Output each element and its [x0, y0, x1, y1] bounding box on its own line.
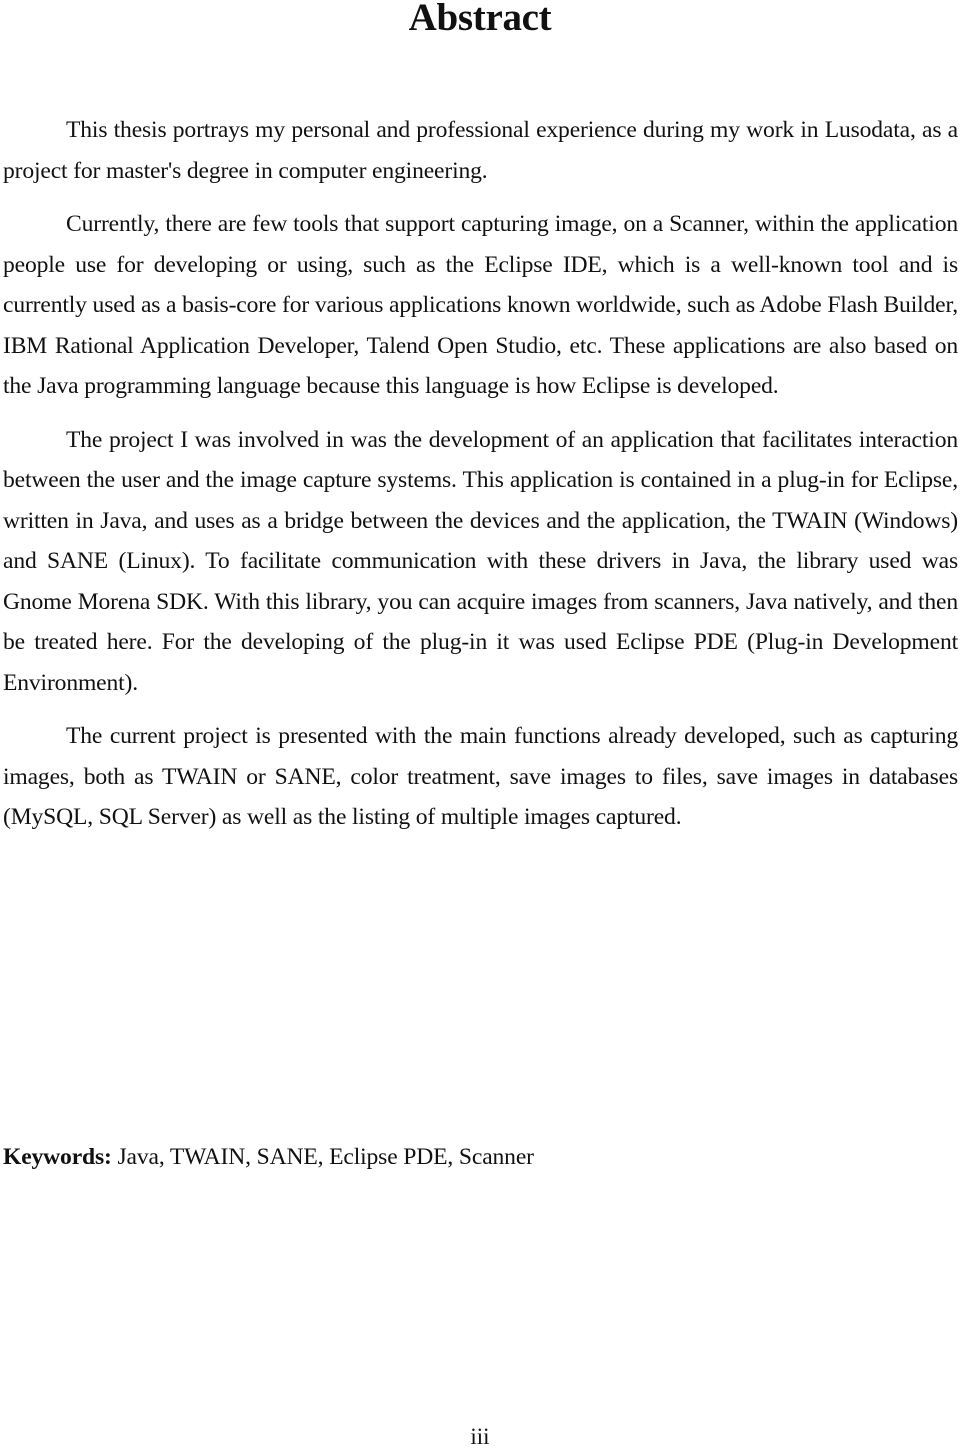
- page-title: Abstract: [408, 0, 552, 39]
- abstract-paragraph-context: Currently, there are few tools that supp…: [3, 211, 958, 399]
- abstract-paragraph-intro: This thesis portrays my personal and pro…: [3, 117, 958, 184]
- keywords-label: Keywords:: [3, 1144, 112, 1170]
- page-number: iii: [470, 1424, 490, 1449]
- abstract-paragraph-project: The project I was involved in was the de…: [3, 426, 958, 696]
- keywords-value: Java, TWAIN, SANE, Eclipse PDE, Scanner: [111, 1144, 534, 1170]
- abstract-body: This thesis portrays my personal and pro…: [3, 110, 958, 838]
- abstract-paragraph-results: The current project is presented with th…: [3, 723, 958, 830]
- keywords-line: Keywords: Java, TWAIN, SANE, Eclipse PDE…: [3, 1137, 534, 1177]
